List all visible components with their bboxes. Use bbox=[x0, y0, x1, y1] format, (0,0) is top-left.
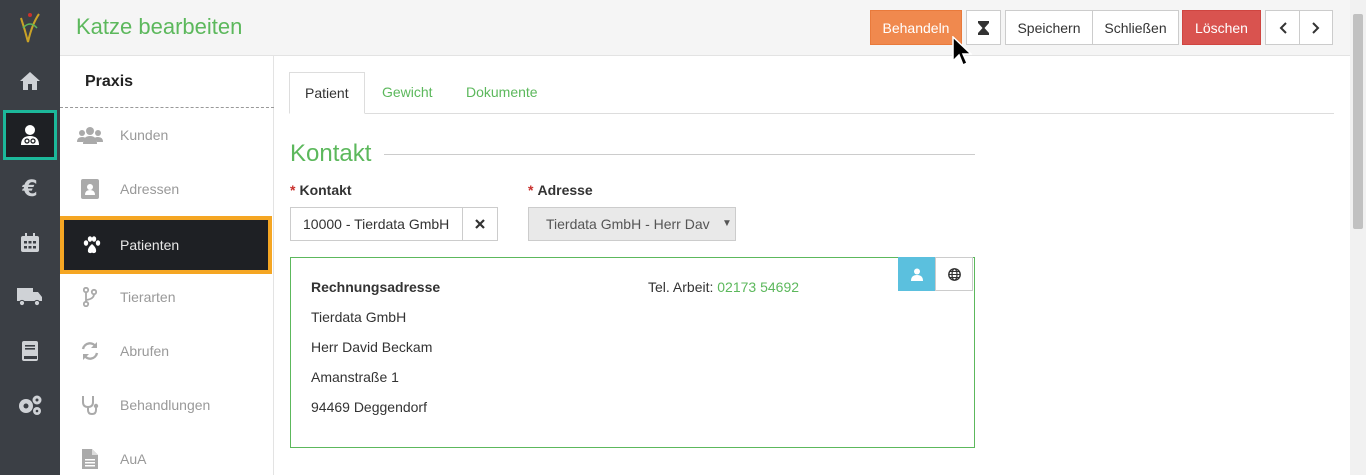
address-book-icon bbox=[60, 179, 120, 199]
submenu-label: Patienten bbox=[120, 237, 180, 253]
person-view-button[interactable] bbox=[898, 257, 936, 291]
loeschen-button[interactable]: Löschen bbox=[1182, 10, 1261, 45]
submenu-title: Praxis bbox=[60, 56, 274, 108]
praxis-submenu: Praxis Kunden Adressen Patienten Tierart… bbox=[60, 56, 274, 475]
page-scrollbar[interactable] bbox=[1350, 0, 1366, 475]
adresse-select[interactable]: Tierdata GmbH - Herr Dav ▼ bbox=[528, 207, 736, 241]
calendar-icon[interactable] bbox=[0, 216, 60, 270]
logo-icon[interactable] bbox=[0, 0, 60, 56]
tab-bar: Patient Gewicht Dokumente bbox=[289, 72, 1334, 114]
submenu-item-abrufen[interactable]: Abrufen bbox=[60, 324, 274, 378]
main-content: Patient Gewicht Dokumente Kontakt * Konta… bbox=[274, 56, 1350, 475]
caret-down-icon: ▼ bbox=[722, 218, 732, 229]
previous-button[interactable] bbox=[1265, 10, 1300, 45]
submenu-item-adressen[interactable]: Adressen bbox=[60, 162, 274, 216]
submenu-item-patienten[interactable]: Patienten bbox=[60, 216, 272, 274]
address-city: 94469 Deggendorf bbox=[311, 399, 427, 415]
adresse-select-value: Tierdata GmbH - Herr Dav bbox=[546, 216, 710, 232]
globe-icon bbox=[947, 267, 961, 281]
vet-user-icon[interactable] bbox=[0, 108, 60, 162]
address-panel: Rechnungsadresse Tierdata GmbH Herr Davi… bbox=[290, 257, 975, 448]
mouse-cursor-icon bbox=[952, 36, 972, 67]
cogs-icon[interactable] bbox=[0, 378, 60, 432]
schliessen-button[interactable]: Schließen bbox=[1092, 10, 1179, 45]
close-icon bbox=[475, 219, 485, 229]
branch-icon bbox=[60, 287, 120, 307]
address-heading: Rechnungsadresse bbox=[311, 279, 441, 295]
behandeln-button[interactable]: Behandeln bbox=[870, 10, 962, 45]
address-company: Tierdata GmbH bbox=[311, 309, 407, 325]
top-bar: Katze bearbeiten Behandeln Speichern Sch… bbox=[60, 0, 1350, 56]
submenu-label: Behandlungen bbox=[120, 397, 211, 413]
chevron-left-icon bbox=[1279, 21, 1287, 34]
next-button[interactable] bbox=[1299, 10, 1333, 45]
address-person: Herr David Beckam bbox=[311, 339, 433, 355]
tab-patient[interactable]: Patient bbox=[289, 72, 365, 114]
file-icon bbox=[60, 449, 120, 469]
main-nav-rail: € bbox=[0, 0, 60, 475]
stethoscope-icon bbox=[60, 395, 120, 415]
submenu-label: Tierarten bbox=[120, 289, 176, 305]
submenu-label: AuA bbox=[120, 451, 147, 467]
submenu-item-tierarten[interactable]: Tierarten bbox=[60, 270, 274, 324]
submenu-item-behandlungen[interactable]: Behandlungen bbox=[60, 378, 274, 432]
globe-view-button[interactable] bbox=[935, 257, 973, 291]
phone-number[interactable]: 02173 54692 bbox=[717, 279, 799, 295]
euro-icon[interactable]: € bbox=[0, 162, 60, 216]
tab-dokumente[interactable]: Dokumente bbox=[451, 72, 553, 114]
address-street: Amanstraße 1 bbox=[311, 369, 399, 385]
submenu-label: Adressen bbox=[120, 181, 180, 197]
book-icon[interactable] bbox=[0, 324, 60, 378]
section-divider bbox=[384, 154, 975, 155]
kontakt-input[interactable]: 10000 - Tierdata GmbH bbox=[290, 207, 463, 241]
hourglass-icon bbox=[978, 20, 989, 35]
phone-label: Tel. Arbeit: bbox=[648, 279, 714, 295]
phone-line: Tel. Arbeit: 02173 54692 bbox=[648, 279, 799, 295]
speichern-button[interactable]: Speichern bbox=[1005, 10, 1093, 45]
submenu-item-kunden[interactable]: Kunden bbox=[60, 108, 274, 162]
submenu-item-aua[interactable]: AuA bbox=[60, 432, 274, 475]
chevron-right-icon bbox=[1312, 21, 1320, 34]
home-icon[interactable] bbox=[0, 54, 60, 108]
section-title: Kontakt bbox=[290, 140, 372, 167]
refresh-icon bbox=[60, 341, 120, 361]
truck-icon[interactable] bbox=[0, 270, 60, 324]
page-title: Katze bearbeiten bbox=[76, 14, 243, 39]
clear-kontakt-button[interactable] bbox=[462, 207, 498, 241]
user-icon bbox=[911, 268, 923, 281]
users-icon bbox=[60, 126, 120, 144]
tab-gewicht[interactable]: Gewicht bbox=[367, 72, 448, 114]
kontakt-label: * Kontakt bbox=[290, 182, 352, 198]
paw-icon bbox=[64, 236, 120, 254]
submenu-label: Kunden bbox=[120, 127, 169, 143]
scrollbar-thumb[interactable] bbox=[1353, 14, 1363, 229]
submenu-label: Abrufen bbox=[120, 343, 170, 359]
adresse-label: * Adresse bbox=[528, 182, 593, 198]
app-window: € Katze bearbeiten Behandeln Speichern S… bbox=[0, 0, 1366, 475]
